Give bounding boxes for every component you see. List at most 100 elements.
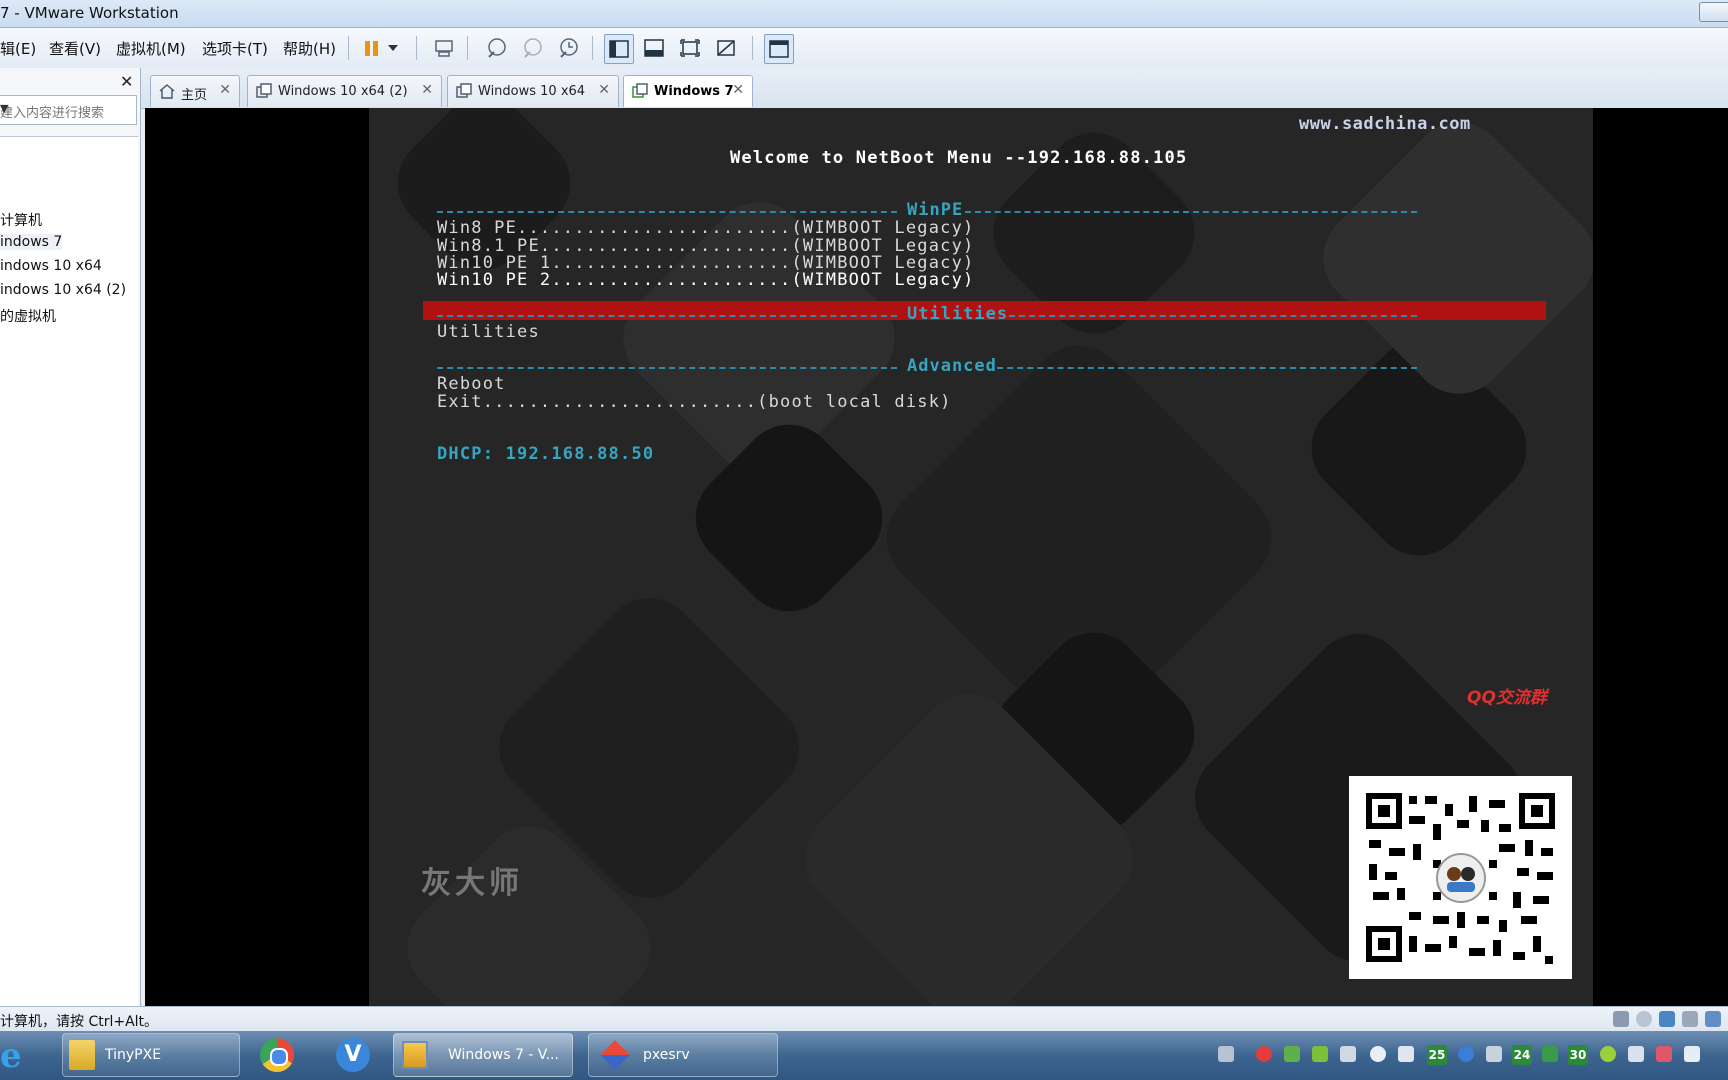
record-icon[interactable] xyxy=(1256,1046,1272,1062)
svg-text:e: e xyxy=(0,1037,22,1073)
tree-item-windows-10-x64[interactable]: indows 10 x64 xyxy=(0,258,102,274)
unity-icon[interactable] xyxy=(712,34,740,62)
close-icon[interactable]: ✕ xyxy=(598,82,610,98)
snapshot-icon[interactable] xyxy=(482,34,510,62)
tree-item-shared-vms[interactable]: 的虚拟机 xyxy=(0,306,56,326)
chevron-down-icon[interactable]: ▼ xyxy=(0,102,130,115)
shield-icon[interactable] xyxy=(1312,1046,1328,1062)
chevron-down-icon[interactable] xyxy=(385,34,401,62)
internet-explorer-icon[interactable]: e xyxy=(0,1036,30,1076)
tab-home[interactable]: 主页 ✕ xyxy=(150,75,240,107)
menu-item-exit[interactable]: Exit........................(boot local … xyxy=(437,392,952,412)
tree-item-my-computer[interactable]: 计算机 xyxy=(0,210,42,230)
tab-home-label: 主页 xyxy=(181,88,208,103)
menu-tabs[interactable]: 选项卡(T) xyxy=(202,38,268,59)
toolbar-divider xyxy=(592,36,593,60)
display-icon[interactable] xyxy=(1628,1046,1644,1062)
menu-item-win10-pe-2[interactable]: Win10 PE 2.....................(WIMBOOT … xyxy=(437,270,974,290)
vm-console[interactable]: www.sadchina.com Welcome to NetBoot Menu… xyxy=(145,108,1728,1006)
tab-label: Windows 10 x64 xyxy=(478,84,586,99)
window-title: 7 - VMware Workstation xyxy=(0,4,179,22)
tree-item-windows-7[interactable]: indows 7 xyxy=(0,234,63,250)
tray-counter[interactable]: 25 xyxy=(1427,1045,1447,1065)
thumbnail-bar-icon[interactable] xyxy=(640,34,668,62)
menu-item-win8-pe[interactable]: Win8 PE........................(WIMBOOT … xyxy=(437,218,974,238)
pause-icon[interactable] xyxy=(358,34,386,62)
pxesrv-icon xyxy=(600,1040,630,1070)
library-tree: 计算机 indows 7 indows 10 x64 indows 10 x64… xyxy=(0,136,138,1069)
show-library-icon[interactable] xyxy=(604,34,634,64)
hard-disk-icon[interactable] xyxy=(1613,1011,1629,1027)
taskbar-label: TinyPXE xyxy=(105,1047,162,1063)
logo-watermark: 灰大师 xyxy=(421,866,523,901)
taskbar-item-tinypxe[interactable]: TinyPXE xyxy=(62,1033,240,1077)
notification-icon[interactable] xyxy=(1398,1046,1414,1062)
toolbar-divider xyxy=(416,36,417,60)
tab-strip: 主页 ✕ Windows 10 x64 (2) ✕ Windows 10 x64… xyxy=(141,68,1728,109)
printer-tray-icon[interactable] xyxy=(1486,1046,1502,1062)
menu-item-utilities[interactable]: Utilities xyxy=(437,322,540,342)
tab-windows-10-x64[interactable]: Windows 10 x64 ✕ xyxy=(447,75,619,107)
speaker-muted-icon[interactable] xyxy=(1656,1046,1672,1062)
app-tray-icon[interactable] xyxy=(1284,1046,1300,1062)
vmware-launcher-icon[interactable]: V xyxy=(336,1038,370,1072)
section-divider xyxy=(1009,315,1417,317)
taskbar-item-pxesrv[interactable]: pxesrv xyxy=(588,1033,778,1077)
section-divider xyxy=(997,367,1417,369)
menu-vm[interactable]: 虚拟机(M) xyxy=(116,38,186,59)
menu-view[interactable]: 查看(V) xyxy=(49,38,101,59)
menu-edit[interactable]: 辑(E) xyxy=(0,38,36,59)
close-icon[interactable]: ✕ xyxy=(421,82,433,98)
printer-icon[interactable] xyxy=(1682,1011,1698,1027)
close-icon[interactable]: ✕ xyxy=(219,82,231,98)
volume-icon[interactable] xyxy=(1684,1046,1700,1062)
taskbar-label: Windows 7 - V... xyxy=(448,1047,559,1063)
close-icon[interactable]: ✕ xyxy=(732,82,744,98)
chrome-icon[interactable] xyxy=(260,1038,294,1072)
network-tray-icon[interactable] xyxy=(1340,1046,1356,1062)
section-label-advanced: Advanced xyxy=(907,356,997,376)
revert-snapshot-icon[interactable] xyxy=(518,34,546,62)
netboot-header: Welcome to NetBoot Menu --192.168.88.105 xyxy=(730,148,1188,168)
close-icon[interactable]: ✕ xyxy=(120,72,133,91)
menu-item-reboot[interactable]: Reboot xyxy=(437,374,506,394)
network-adapter-icon[interactable] xyxy=(1659,1011,1675,1027)
dhcp-address: DHCP: 192.168.88.50 xyxy=(437,444,655,464)
sound-card-icon[interactable] xyxy=(1705,1011,1721,1027)
qr-code xyxy=(1349,776,1572,979)
console-view-icon[interactable] xyxy=(764,34,794,64)
title-bar: 7 - VMware Workstation xyxy=(0,0,1728,28)
tree-item-windows-10-x64-2[interactable]: indows 10 x64 (2) xyxy=(0,282,126,298)
tree-icon[interactable] xyxy=(1542,1046,1558,1062)
section-divider xyxy=(437,315,897,317)
status-message: 计算机，请按 Ctrl+Alt。 xyxy=(0,1014,159,1030)
qq-group-label: QQ交流群 xyxy=(1467,688,1547,708)
tray-counter[interactable]: 24 xyxy=(1512,1045,1532,1065)
fullscreen-icon[interactable] xyxy=(676,34,704,62)
toolbar-divider xyxy=(467,36,468,60)
keyboard-icon[interactable] xyxy=(1218,1046,1234,1062)
taskbar-item-windows-7[interactable]: Windows 7 - V... xyxy=(393,1033,573,1077)
add-icon[interactable] xyxy=(1600,1046,1616,1062)
taskbar: e TinyPXE V Windows 7 - V... pxesrv 25 2… xyxy=(0,1031,1728,1080)
vmware-icon xyxy=(402,1041,428,1069)
vm-icon xyxy=(456,83,472,103)
library-search-input[interactable]: 建入内容进行搜索 ▼ xyxy=(0,95,137,125)
toolbar-divider xyxy=(348,36,349,60)
section-divider xyxy=(437,367,897,369)
window-control-button[interactable] xyxy=(1699,2,1728,22)
messenger-icon[interactable] xyxy=(1370,1046,1386,1062)
folder-icon xyxy=(69,1040,95,1070)
tab-label: Windows 7 xyxy=(654,84,734,99)
vm-icon xyxy=(256,83,272,103)
menu-help[interactable]: 帮助(H) xyxy=(283,38,336,59)
tab-windows-10-x64-2[interactable]: Windows 10 x64 (2) ✕ xyxy=(247,75,442,107)
watermark-url: www.sadchina.com xyxy=(1299,114,1471,134)
library-sidebar: ✕ 建入内容进行搜索 ▼ 计算机 indows 7 indows 10 x64 … xyxy=(0,68,141,1069)
snapshot-manager-icon[interactable] xyxy=(554,34,582,62)
tray-counter[interactable]: 30 xyxy=(1568,1045,1588,1065)
send-keys-icon[interactable] xyxy=(430,34,458,62)
tab-windows-7[interactable]: Windows 7 ✕ xyxy=(623,75,753,107)
app-tray-icon[interactable] xyxy=(1458,1046,1474,1062)
cd-drive-icon[interactable] xyxy=(1636,1011,1652,1027)
